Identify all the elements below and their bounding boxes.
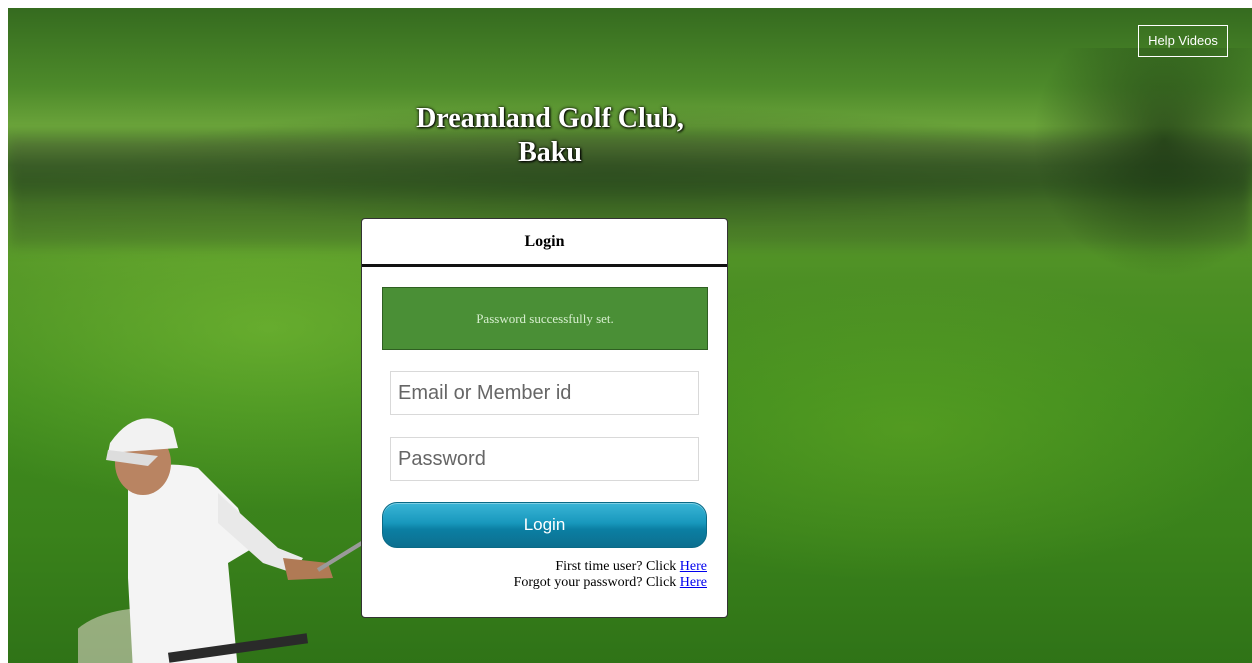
password-field[interactable] (390, 437, 699, 481)
help-videos-button[interactable]: Help Videos (1138, 25, 1228, 57)
login-panel-title: Login (362, 219, 727, 267)
first-time-user-text: First time user? Click (555, 559, 680, 574)
forgot-password-link[interactable]: Here (680, 575, 707, 590)
help-links: First time user? Click Here Forgot your … (514, 559, 707, 591)
forgot-password-text: Forgot your password? Click (513, 575, 680, 590)
first-time-user-link[interactable]: Here (680, 559, 707, 574)
club-title-line2: Baku (518, 137, 582, 168)
email-field[interactable] (390, 371, 699, 415)
club-title-line1: Dreamland Golf Club, (416, 103, 684, 134)
success-alert: Password successfully set. (382, 287, 708, 350)
first-time-user-row: First time user? Click Here (514, 559, 707, 575)
login-panel: Login Password successfully set. Login F… (361, 218, 728, 618)
login-button[interactable]: Login (382, 502, 707, 548)
background-trees (1032, 48, 1252, 278)
club-title: Dreamland Golf Club, Baku (380, 102, 720, 170)
forgot-password-row: Forgot your password? Click Here (514, 575, 707, 591)
golfer-image (78, 418, 372, 663)
